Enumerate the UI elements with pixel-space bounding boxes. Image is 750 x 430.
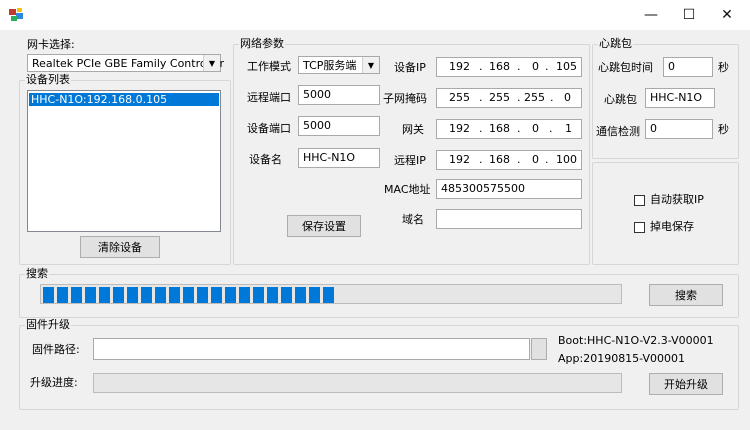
device-name-label: 设备名	[249, 153, 282, 166]
device-port-label: 设备端口	[247, 122, 291, 135]
mac-input[interactable]: 485300575500	[436, 179, 582, 199]
device-port-input[interactable]: 5000	[298, 116, 380, 136]
heartbeat-packet-label: 心跳包	[604, 93, 637, 106]
device-list-item[interactable]: HHC-N1O:192.168.0.105	[29, 93, 219, 106]
progress-segment	[99, 287, 110, 303]
remote-ip-input[interactable]: 192. 168. 0. 100	[436, 150, 582, 170]
mac-label: MAC地址	[384, 183, 431, 196]
progress-segment	[253, 287, 264, 303]
firmware-path-label: 固件路径:	[32, 343, 80, 356]
ip-octet: 105	[556, 60, 577, 73]
nic-label: 网卡选择:	[27, 38, 75, 51]
heartbeat-packet-input[interactable]: HHC-N1O	[645, 88, 715, 108]
work-mode-value: TCP服务端	[303, 59, 357, 72]
progress-segment	[155, 287, 166, 303]
heartbeat-interval-unit: 秒	[718, 61, 729, 74]
ip-octet: 192	[449, 153, 470, 166]
power-save-label: 掉电保存	[650, 220, 694, 233]
options-group	[592, 162, 739, 265]
power-save-checkbox[interactable]	[634, 222, 645, 233]
network-params-legend: 网络参数	[239, 37, 285, 50]
ip-octet: 0	[532, 60, 539, 73]
heartbeat-interval-input[interactable]: 0	[663, 57, 713, 77]
progress-segment	[169, 287, 180, 303]
ip-octet: 0	[532, 153, 539, 166]
progress-segment	[323, 287, 334, 303]
remote-ip-label: 远程IP	[394, 154, 426, 167]
progress-segment	[183, 287, 194, 303]
progress-segment	[295, 287, 306, 303]
work-mode-select[interactable]: TCP服务端 ▼	[298, 56, 380, 74]
firmware-legend: 固件升级	[25, 318, 71, 331]
gateway-input[interactable]: 192. 168. 0. 1	[436, 119, 582, 139]
progress-segment	[197, 287, 208, 303]
upgrade-progress-bar	[93, 373, 622, 393]
search-button[interactable]: 搜索	[649, 284, 723, 306]
comm-detect-input[interactable]: 0	[645, 119, 713, 139]
search-legend: 搜索	[25, 267, 49, 280]
nic-select[interactable]: Realtek PCIe GBE Family Controller ▼	[27, 54, 225, 72]
progress-segment	[85, 287, 96, 303]
chevron-down-icon[interactable]: ▼	[362, 57, 379, 73]
domain-label: 域名	[402, 213, 424, 226]
progress-segment	[225, 287, 236, 303]
ip-octet: 168	[489, 122, 510, 135]
clear-devices-button[interactable]: 清除设备	[80, 236, 160, 258]
upgrade-progress-label: 升级进度:	[30, 376, 78, 389]
search-progress-bar	[40, 284, 622, 304]
firmware-path-input[interactable]	[93, 338, 530, 360]
comm-detect-unit: 秒	[718, 123, 729, 136]
subnet-input[interactable]: 255. 255. 255. 0	[436, 88, 582, 108]
boot-version: Boot:HHC-N1O-V2.3-V00001	[558, 334, 714, 347]
auto-ip-label: 自动获取IP	[650, 193, 704, 206]
heartbeat-interval-label: 心跳包时间	[598, 61, 653, 74]
ip-octet: 255	[489, 91, 510, 104]
heartbeat-legend: 心跳包	[598, 37, 633, 50]
ip-octet: 192	[449, 122, 470, 135]
app-icon	[9, 8, 23, 21]
progress-segment	[43, 287, 54, 303]
progress-segment	[57, 287, 68, 303]
save-settings-button[interactable]: 保存设置	[287, 215, 361, 237]
ip-octet: 192	[449, 60, 470, 73]
progress-segment	[113, 287, 124, 303]
work-mode-label: 工作模式	[247, 60, 291, 73]
ip-octet: 168	[489, 60, 510, 73]
ip-octet: 1	[565, 122, 572, 135]
start-upgrade-button[interactable]: 开始升级	[649, 373, 723, 395]
ip-octet: 255	[524, 91, 545, 104]
gateway-label: 网关	[402, 123, 424, 136]
progress-segment	[267, 287, 278, 303]
chevron-down-icon[interactable]: ▼	[203, 55, 220, 71]
progress-segment	[211, 287, 222, 303]
progress-segment	[127, 287, 138, 303]
ip-octet: 100	[556, 153, 577, 166]
ip-octet: 0	[564, 91, 571, 104]
browse-button[interactable]	[531, 338, 547, 360]
ip-octet: 168	[489, 153, 510, 166]
subnet-label: 子网掩码	[383, 92, 427, 105]
device-list[interactable]: HHC-N1O:192.168.0.105	[27, 90, 221, 232]
device-ip-label: 设备IP	[394, 61, 426, 74]
app-version: App:20190815-V00001	[558, 352, 686, 365]
remote-port-input[interactable]: 5000	[298, 85, 380, 105]
remote-port-label: 远程端口	[247, 91, 291, 104]
auto-ip-checkbox[interactable]	[634, 195, 645, 206]
comm-detect-label: 通信检测	[596, 125, 640, 138]
nic-select-value: Realtek PCIe GBE Family Controller	[32, 57, 225, 70]
device-list-legend: 设备列表	[25, 73, 71, 86]
progress-segment	[141, 287, 152, 303]
ip-octet: 255	[449, 91, 470, 104]
domain-input[interactable]	[436, 209, 582, 229]
progress-segment	[281, 287, 292, 303]
ip-octet: 0	[532, 122, 539, 135]
progress-segment	[239, 287, 250, 303]
progress-segment	[309, 287, 320, 303]
device-ip-input[interactable]: 192. 168. 0. 105	[436, 57, 582, 77]
close-button[interactable]: ✕	[704, 0, 750, 30]
device-name-input[interactable]: HHC-N1O	[298, 148, 380, 168]
progress-segment	[71, 287, 82, 303]
